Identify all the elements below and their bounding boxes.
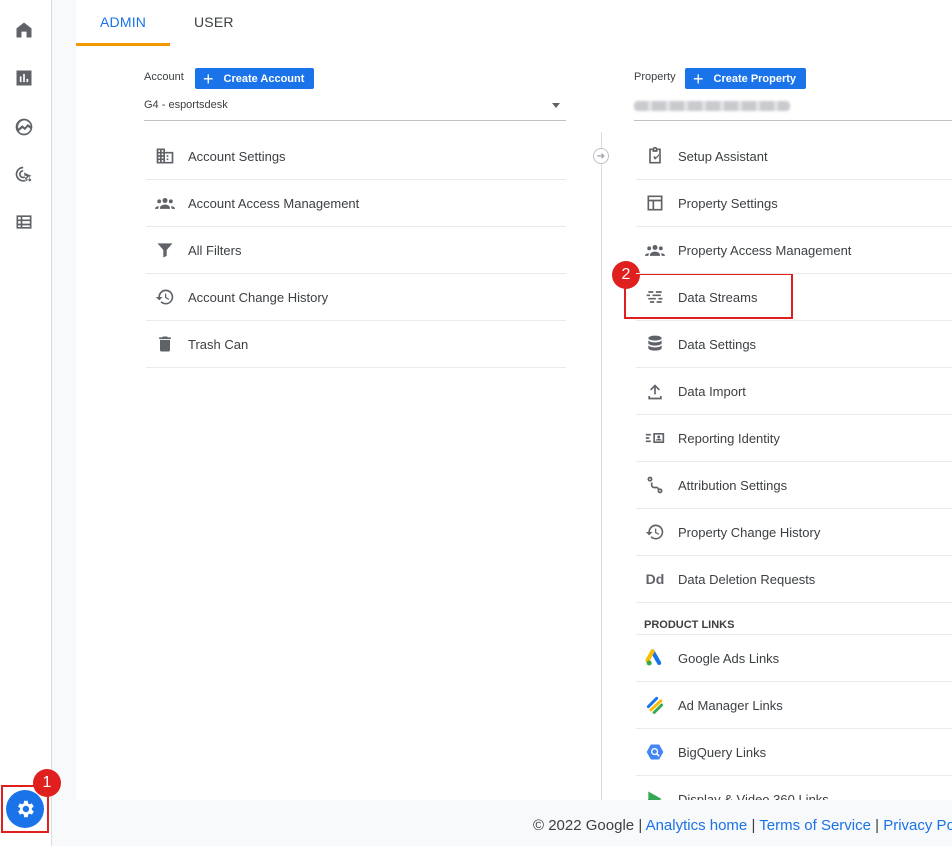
privacy-policy-link[interactable]: Privacy Po [883, 817, 952, 834]
gear-icon [18, 800, 34, 818]
tab-user[interactable]: USER [194, 14, 234, 30]
dd-icon: Dd [645, 571, 665, 587]
history-icon [154, 286, 176, 308]
attribution-settings-label: Attribution Settings [678, 477, 788, 493]
footer: © 2022 Google | Analytics home | Terms o… [76, 800, 952, 846]
ad-manager-icon [644, 694, 666, 716]
data-deletion-requests-label: Data Deletion Requests [678, 571, 816, 587]
property-settings-item[interactable]: Property Settings [636, 180, 952, 227]
tab-admin[interactable]: ADMIN [100, 14, 146, 30]
data-deletion-requests-item[interactable]: Dd Data Deletion Requests [636, 556, 952, 603]
account-label: Account [144, 71, 184, 83]
data-settings-item[interactable]: Data Settings [636, 321, 952, 368]
all-filters-item[interactable]: All Filters [146, 227, 566, 274]
copyright-text: © 2022 Google [533, 817, 635, 834]
google-ads-icon [644, 647, 666, 669]
filter-icon [154, 239, 176, 261]
google-ads-links-item[interactable]: Google Ads Links [636, 635, 952, 682]
step-badge-1: 1 [33, 769, 61, 797]
attribution-settings-item[interactable]: Attribution Settings [636, 462, 952, 509]
footer-separator: | [875, 817, 880, 834]
create-property-button[interactable]: + Create Property [685, 68, 807, 89]
left-nav-rail: 1 [0, 0, 61, 846]
setup-assistant-label: Setup Assistant [678, 148, 768, 164]
attribution-icon [644, 474, 666, 496]
ad-manager-links-label: Ad Manager Links [678, 697, 783, 713]
account-access-management-item[interactable]: Account Access Management [146, 180, 566, 227]
chevron-down-icon [552, 103, 560, 108]
clipboard-check-icon [644, 145, 666, 167]
property-access-management-label: Property Access Management [678, 242, 852, 258]
data-settings-label: Data Settings [678, 336, 757, 352]
admin-button[interactable] [6, 790, 44, 828]
bigquery-links-label: BigQuery Links [678, 744, 767, 760]
plus-icon: + [693, 68, 704, 89]
property-settings-label: Property Settings [678, 195, 778, 211]
layout-icon [644, 192, 666, 214]
account-change-history-label: Account Change History [188, 289, 329, 305]
advertising-icon[interactable] [12, 163, 36, 187]
trash-can-label: Trash Can [188, 336, 249, 352]
data-streams-label: Data Streams [678, 289, 758, 305]
admin-panel: Account + Create Account G4 - esportsdes… [76, 46, 952, 823]
data-import-label: Data Import [678, 383, 746, 399]
admin-tabs: ADMIN USER [76, 0, 952, 46]
property-selector[interactable] [634, 93, 952, 121]
people-icon [154, 192, 176, 214]
property-menu: Setup Assistant Property Settings Proper… [636, 133, 952, 823]
property-change-history-label: Property Change History [678, 524, 821, 540]
setup-assistant-item[interactable]: Setup Assistant [636, 133, 952, 180]
reporting-identity-item[interactable]: Reporting Identity [636, 415, 952, 462]
upload-icon [644, 380, 666, 402]
property-access-management-item[interactable]: Property Access Management [636, 227, 952, 274]
terms-of-service-link[interactable]: Terms of Service [759, 817, 871, 834]
bigquery-links-item[interactable]: BigQuery Links [636, 729, 952, 776]
home-icon[interactable] [12, 18, 36, 42]
reports-icon[interactable] [12, 66, 36, 90]
reporting-identity-label: Reporting Identity [678, 430, 780, 446]
history-icon [644, 521, 666, 543]
property-label: Property [634, 71, 676, 83]
data-import-item[interactable]: Data Import [636, 368, 952, 415]
data-streams-item[interactable]: Data Streams [636, 274, 952, 321]
data-streams-icon [644, 286, 666, 308]
footer-separator: | [638, 817, 643, 834]
reporting-identity-icon [644, 427, 666, 449]
create-property-label: Create Property [713, 72, 797, 85]
account-selected-value: G4 - esportsdesk [144, 99, 228, 111]
account-menu: Account Settings Account Access Manageme… [146, 133, 566, 368]
property-selected-value-blurred [634, 101, 790, 111]
product-links-heading: PRODUCT LINKS [636, 603, 952, 635]
google-ads-links-label: Google Ads Links [678, 650, 780, 666]
all-filters-label: All Filters [188, 242, 242, 258]
ad-manager-links-item[interactable]: Ad Manager Links [636, 682, 952, 729]
plus-icon: + [203, 68, 214, 89]
account-access-management-label: Account Access Management [188, 195, 360, 211]
database-icon [644, 333, 666, 355]
account-selector[interactable]: G4 - esportsdesk [144, 93, 566, 121]
account-change-history-item[interactable]: Account Change History [146, 274, 566, 321]
analytics-home-link[interactable]: Analytics home [646, 817, 748, 834]
column-divider [601, 132, 602, 800]
explore-icon[interactable] [12, 115, 36, 139]
people-icon [644, 239, 666, 261]
configure-icon[interactable] [12, 210, 36, 234]
footer-separator: | [751, 817, 756, 834]
bigquery-icon [644, 741, 666, 763]
trash-can-item[interactable]: Trash Can [146, 321, 566, 368]
create-account-button[interactable]: + Create Account [195, 68, 315, 89]
arrow-right-icon: ➔ [593, 148, 609, 164]
account-settings-label: Account Settings [188, 148, 286, 164]
trash-icon [154, 333, 176, 355]
property-change-history-item[interactable]: Property Change History [636, 509, 952, 556]
building-icon [154, 145, 176, 167]
account-settings-item[interactable]: Account Settings [146, 133, 566, 180]
create-account-label: Create Account [223, 72, 305, 85]
